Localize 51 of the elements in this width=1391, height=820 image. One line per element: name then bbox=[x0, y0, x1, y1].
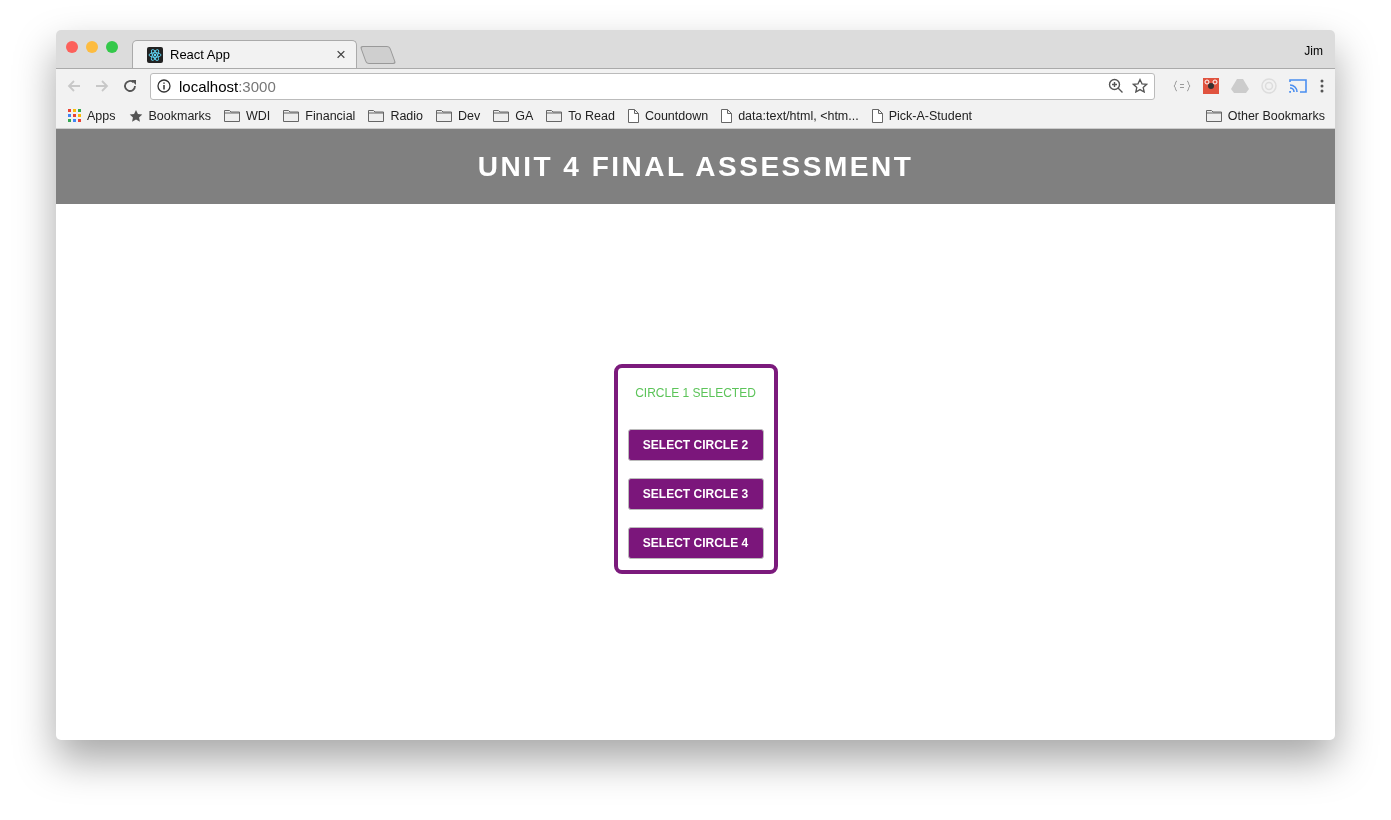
reload-icon[interactable] bbox=[122, 78, 138, 94]
select-circle-button[interactable]: SELECT CIRCLE 4 bbox=[627, 527, 764, 559]
bookmark-item[interactable]: WDI bbox=[224, 108, 271, 123]
bookmark-item[interactable]: Countdown bbox=[627, 108, 709, 123]
atom-icon bbox=[147, 46, 163, 63]
folder-icon bbox=[368, 109, 385, 122]
page-title: UNIT 4 FINAL ASSESSMENT bbox=[477, 150, 914, 183]
bookmark-item[interactable]: GA bbox=[493, 108, 534, 123]
menu-icon[interactable] bbox=[1319, 78, 1325, 94]
page-icon bbox=[627, 108, 639, 123]
page-icon bbox=[721, 108, 733, 123]
bookmark-item[interactable]: Apps bbox=[68, 108, 116, 123]
bookmark-item[interactable]: Radio bbox=[368, 108, 424, 123]
forward-arrow-icon[interactable] bbox=[94, 78, 110, 94]
folder-icon bbox=[1205, 109, 1222, 122]
back-arrow-icon[interactable] bbox=[66, 78, 82, 94]
minimize-window-icon[interactable] bbox=[86, 41, 98, 53]
tab-title: React App bbox=[170, 47, 231, 62]
cast-icon[interactable] bbox=[1289, 79, 1307, 93]
profile-name[interactable]: Jim bbox=[1304, 44, 1323, 58]
bookmark-item[interactable]: Other Bookmarks bbox=[1205, 108, 1325, 123]
star-icon[interactable] bbox=[1132, 78, 1148, 94]
info-icon bbox=[157, 79, 171, 93]
bookmark-item[interactable]: Financial bbox=[283, 108, 356, 123]
folder-icon bbox=[283, 109, 300, 122]
select-circle-button[interactable]: SELECT CIRCLE 2 bbox=[627, 429, 764, 461]
page-icon bbox=[871, 108, 883, 123]
bookmark-item[interactable]: data:text/html, <htm... bbox=[721, 108, 859, 123]
folder-icon bbox=[436, 109, 453, 122]
close-window-icon[interactable] bbox=[66, 41, 78, 53]
bookmark-item[interactable]: To Read bbox=[546, 108, 615, 123]
folder-icon bbox=[224, 109, 241, 122]
folder-icon bbox=[546, 109, 563, 122]
bookmark-item[interactable]: Bookmarks bbox=[128, 108, 212, 123]
bookmark-item[interactable]: Pick-A-Student bbox=[871, 108, 973, 123]
grid-icon bbox=[68, 109, 81, 122]
new-tab-button[interactable] bbox=[359, 46, 397, 64]
zoom-window-icon[interactable] bbox=[106, 41, 118, 53]
triangle-icon[interactable] bbox=[1231, 78, 1249, 94]
extension-icon[interactable] bbox=[1203, 78, 1219, 94]
selection-status: CIRCLE 1 SELECTED bbox=[635, 386, 756, 400]
star-icon bbox=[128, 108, 143, 123]
folder-icon bbox=[493, 109, 510, 122]
select-circle-button[interactable]: SELECT CIRCLE 3 bbox=[627, 478, 764, 510]
url-text: localhost:3000 bbox=[179, 77, 276, 95]
tab-close-button[interactable]: × bbox=[336, 44, 346, 65]
bookmark-item[interactable]: Dev bbox=[436, 108, 481, 123]
address-bar[interactable]: localhost:3000 bbox=[150, 72, 1155, 100]
browser-tab[interactable]: React App × bbox=[132, 40, 357, 68]
braces-icon[interactable] bbox=[1173, 80, 1191, 92]
zoom-icon[interactable] bbox=[1108, 78, 1124, 94]
